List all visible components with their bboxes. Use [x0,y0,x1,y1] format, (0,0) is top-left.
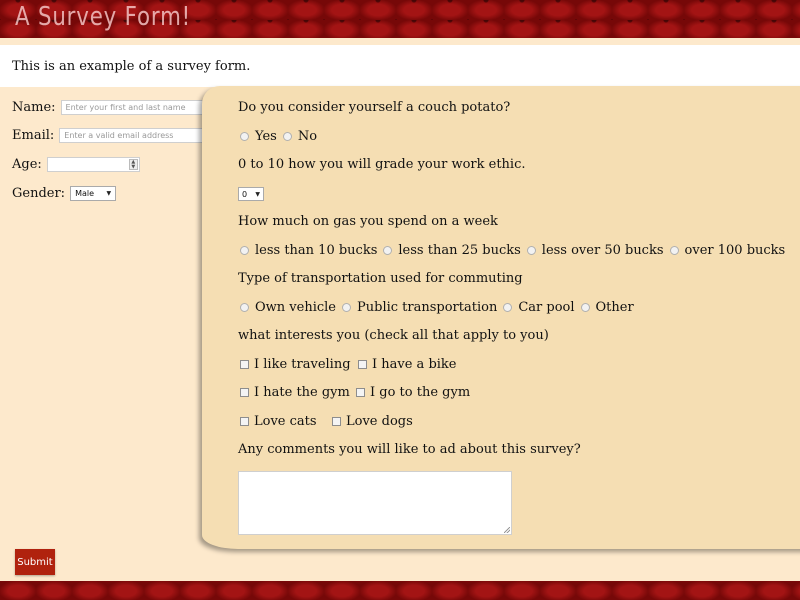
interest-traveling[interactable]: I like traveling [240,357,357,372]
option-label: less over 50 bucks [541,243,664,258]
question-work-ethic: 0 to 10 how you will grade your work eth… [238,157,526,172]
option-label: less than 10 bucks [255,243,378,258]
checkbox[interactable] [332,417,341,426]
checkbox[interactable] [358,360,367,369]
option-label: Other [595,300,634,315]
radio-no[interactable] [282,132,292,141]
question-comments: Any comments you will like to ad about t… [238,442,581,457]
interest-bike[interactable]: I have a bike [358,357,463,372]
header-banner: A Survey Form! [0,0,800,38]
interest-go-gym[interactable]: I go to the gym [356,385,476,400]
work-ethic-select[interactable]: 0 ▼ [238,187,264,201]
question-gas-spending: How much on gas you spend on a week [238,214,498,229]
footer-bar [0,581,800,600]
chevron-down-icon: ▼ [255,190,260,198]
transportation-options: Own vehicle Public transportation Car po… [240,300,640,315]
age-input[interactable]: ▲ ▼ [46,157,140,172]
radio-gas-25[interactable] [383,246,393,255]
option-label: Own vehicle [255,300,336,315]
spinner-icon[interactable]: ▲ ▼ [128,159,138,170]
age-row: Age: ▲ ▼ [12,157,140,172]
question-couch-potato: Do you consider yourself a couch potato? [238,100,511,115]
radio-gas-100[interactable] [669,246,679,255]
option-label: Yes [255,129,277,144]
option-label: No [297,129,318,144]
checkbox[interactable] [240,360,249,369]
option-label: over 100 bucks [684,243,786,258]
interest-cats[interactable]: Love cats [240,414,323,429]
resize-handle-icon[interactable] [504,527,510,533]
radio-yes[interactable] [240,132,249,141]
email-input[interactable]: Enter a valid email address [59,128,212,143]
gender-row: Gender: Male ▼ [12,186,117,201]
option-label: I have a bike [372,357,457,372]
option-label: I go to the gym [370,385,471,400]
checkbox[interactable] [240,417,249,426]
gender-select[interactable]: Male ▼ [70,186,117,201]
question-interests: what interests you (check all that apply… [238,328,549,343]
email-row: Email: Enter a valid email address [12,128,212,143]
email-label: Email: [12,128,55,143]
name-label: Name: [12,100,56,115]
page-title: A Survey Form! [15,2,192,32]
radio-public-transport[interactable] [342,303,351,312]
couch-potato-options: Yes No [240,129,323,144]
option-label: I hate the gym [254,385,350,400]
interest-hate-gym[interactable]: I hate the gym [240,385,356,400]
radio-other[interactable] [580,303,590,312]
option-label: less than 25 bucks [398,243,521,258]
radio-own-vehicle[interactable] [240,303,249,312]
radio-gas-10[interactable] [240,246,249,255]
option-label: Love dogs [346,414,413,429]
option-label: Public transportation [357,300,498,315]
name-row: Name: Enter your first and last name [12,100,213,115]
age-label: Age: [12,157,42,172]
option-label: I like traveling [254,357,351,372]
intro-text: This is an example of a survey form. [0,45,800,87]
radio-gas-50[interactable] [526,246,536,255]
checkbox[interactable] [356,388,365,397]
chevron-down-icon: ▼ [106,190,112,197]
gender-label: Gender: [12,186,66,201]
question-transportation: Type of transportation used for commutin… [238,271,523,286]
checkbox[interactable] [240,388,249,397]
work-ethic-value: 0 [242,189,248,199]
option-label: Car pool [518,300,575,315]
interest-dogs[interactable]: Love dogs [332,414,419,429]
gender-value: Male [75,189,95,198]
submit-button[interactable]: Submit [15,549,55,575]
option-label: Love cats [254,414,317,429]
comments-textarea[interactable] [238,471,512,535]
gas-spending-options: less than 10 bucks less than 25 bucks le… [240,243,791,258]
radio-car-pool[interactable] [503,303,513,312]
name-input[interactable]: Enter your first and last name [60,100,213,115]
